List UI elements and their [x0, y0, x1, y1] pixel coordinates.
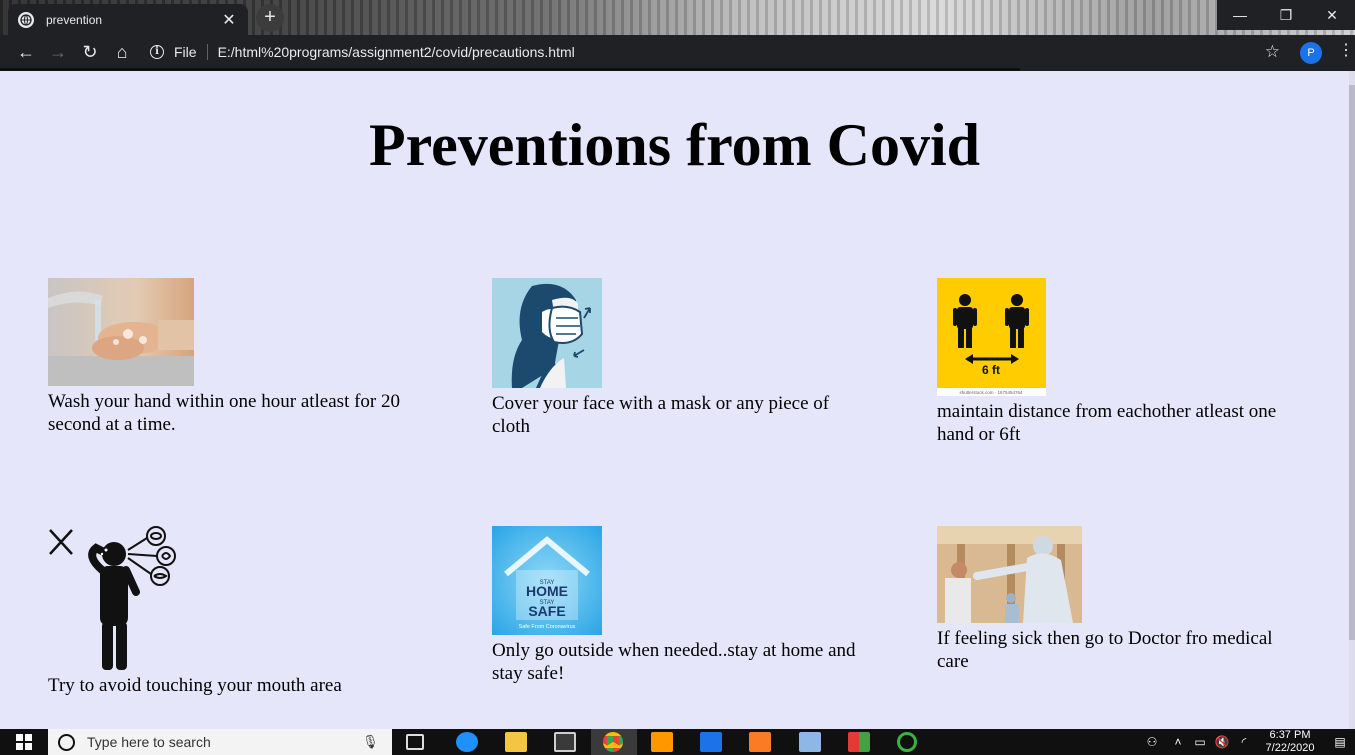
windows-taskbar: Type here to search 🎙 ⚇ ˄ ▭ 🔇 ◜ 6:37 PM … — [0, 729, 1355, 755]
chrome-taskbar-button[interactable] — [591, 729, 637, 755]
taskbar-search[interactable]: Type here to search 🎙 — [48, 729, 392, 755]
tray-chevron-icon[interactable]: ˄ — [1167, 735, 1189, 749]
svg-text:SAFE: SAFE — [528, 603, 565, 619]
app-icon[interactable] — [848, 732, 870, 752]
windows-logo-icon — [16, 734, 32, 750]
close-tab-icon[interactable]: ✕ — [220, 10, 238, 30]
prevention-caption: Wash your hand within one hour atleast f… — [48, 391, 401, 435]
browser-menu-icon[interactable]: ⋮ — [1338, 40, 1354, 60]
mask-image — [492, 278, 602, 388]
mail-icon[interactable] — [700, 732, 722, 752]
profile-avatar[interactable]: P — [1300, 42, 1322, 64]
battery-icon[interactable]: ▭ — [1189, 735, 1211, 749]
notification-icon[interactable]: ▤ — [1325, 735, 1355, 749]
page-viewport: Preventions from Covid Wash your hand wi… — [0, 71, 1355, 729]
prevention-caption: If feeling sick then go to Doctor fro me… — [937, 628, 1273, 672]
svg-text:6 ft: 6 ft — [982, 363, 1000, 377]
prevention-caption: Cover your face with a mask or any piece… — [492, 393, 830, 437]
svg-text:shutterstock.com · 1675454764: shutterstock.com · 1675454764 — [959, 390, 1023, 395]
stay-home-image: STAY HOME STAY SAFE Safe From Coronaviru… — [492, 526, 602, 635]
svg-text:Safe From Coronavirus: Safe From Coronavirus — [519, 624, 576, 630]
prevention-card-mask: Cover your face with a mask or any piece… — [492, 278, 862, 438]
store-icon[interactable] — [554, 732, 576, 752]
prevention-card-doctor: If feeling sick then go to Doctor fro me… — [937, 526, 1307, 673]
cortana-icon — [58, 733, 75, 751]
sublime-icon[interactable] — [651, 732, 673, 752]
file-label: File — [174, 44, 208, 60]
task-view-icon[interactable] — [406, 734, 424, 750]
reload-button[interactable]: ↻ — [74, 37, 106, 69]
refresh-app-icon[interactable] — [897, 732, 917, 752]
scrollbar-thumb[interactable] — [1349, 85, 1355, 640]
start-button[interactable] — [0, 729, 48, 755]
handwashing-image — [48, 278, 194, 386]
prevention-card-distance: 6 ft shutterstock.com · 1675454764 maint… — [937, 278, 1307, 446]
chrome-icon — [603, 732, 623, 752]
file-explorer-icon[interactable] — [505, 732, 527, 752]
virtualbox-icon[interactable] — [799, 732, 821, 752]
back-button[interactable]: ← — [10, 37, 42, 69]
prevention-card-stay-home: STAY HOME STAY SAFE Safe From Coronaviru… — [492, 526, 862, 685]
home-button[interactable]: ⌂ — [106, 37, 138, 69]
prevention-caption: maintain distance from eachother atleast… — [937, 401, 1277, 445]
prevention-caption: Only go outside when needed..stay at hom… — [492, 640, 856, 684]
bookmark-star-icon[interactable]: ☆ — [1265, 42, 1280, 62]
close-window-button[interactable]: ✕ — [1309, 0, 1355, 30]
window-controls: — ❐ ✕ — [1217, 0, 1355, 30]
prevention-caption: Try to avoid touching your mouth area — [48, 675, 342, 696]
clock-date: 7/22/2020 — [1265, 742, 1315, 754]
doctor-image — [937, 526, 1082, 623]
prevention-card-handwash: Wash your hand within one hour atleast f… — [48, 278, 418, 436]
svg-text:HOME: HOME — [526, 583, 568, 599]
edge-icon[interactable] — [456, 732, 478, 752]
globe-icon — [18, 11, 34, 28]
info-icon[interactable]: i — [150, 45, 164, 59]
people-icon[interactable]: ⚇ — [1137, 735, 1167, 749]
minimize-button[interactable]: — — [1217, 0, 1263, 30]
page-title: Preventions from Covid — [368, 112, 981, 178]
clock-time: 6:37 PM — [1269, 729, 1311, 741]
browser-titlebar: prevention ✕ + — ❐ ✕ — [0, 0, 1355, 35]
address-bar[interactable]: i File E:/html%20programs/assignment2/co… — [142, 38, 1292, 66]
prevention-card-no-touch: Try to avoid touching your mouth area — [48, 526, 418, 697]
xampp-icon[interactable] — [749, 732, 771, 752]
browser-toolbar: ← → ↻ ⌂ i File E:/html%20programs/assign… — [0, 35, 1355, 70]
no-touching-face-image — [49, 526, 176, 670]
taskbar-clock[interactable]: 6:37 PM 7/22/2020 — [1255, 729, 1325, 755]
forward-button[interactable]: → — [42, 37, 74, 69]
system-tray: ⚇ ˄ ▭ 🔇 ◜ 6:37 PM 7/22/2020 ▤ — [1137, 729, 1355, 755]
new-tab-button[interactable]: + — [256, 4, 284, 32]
restore-button[interactable]: ❐ — [1263, 0, 1309, 30]
url-text[interactable]: E:/html%20programs/assignment2/covid/pre… — [218, 44, 575, 60]
page-scrollbar[interactable] — [1349, 71, 1355, 729]
microphone-icon[interactable]: 🎙 — [362, 734, 392, 750]
tab-title: prevention — [46, 12, 103, 27]
social-distance-image: 6 ft shutterstock.com · 1675454764 — [937, 278, 1046, 396]
search-placeholder: Type here to search — [87, 734, 211, 750]
wifi-icon[interactable]: ◜ — [1233, 735, 1255, 749]
volume-muted-icon[interactable]: 🔇 — [1211, 735, 1233, 749]
browser-tab[interactable]: prevention ✕ — [8, 4, 248, 35]
